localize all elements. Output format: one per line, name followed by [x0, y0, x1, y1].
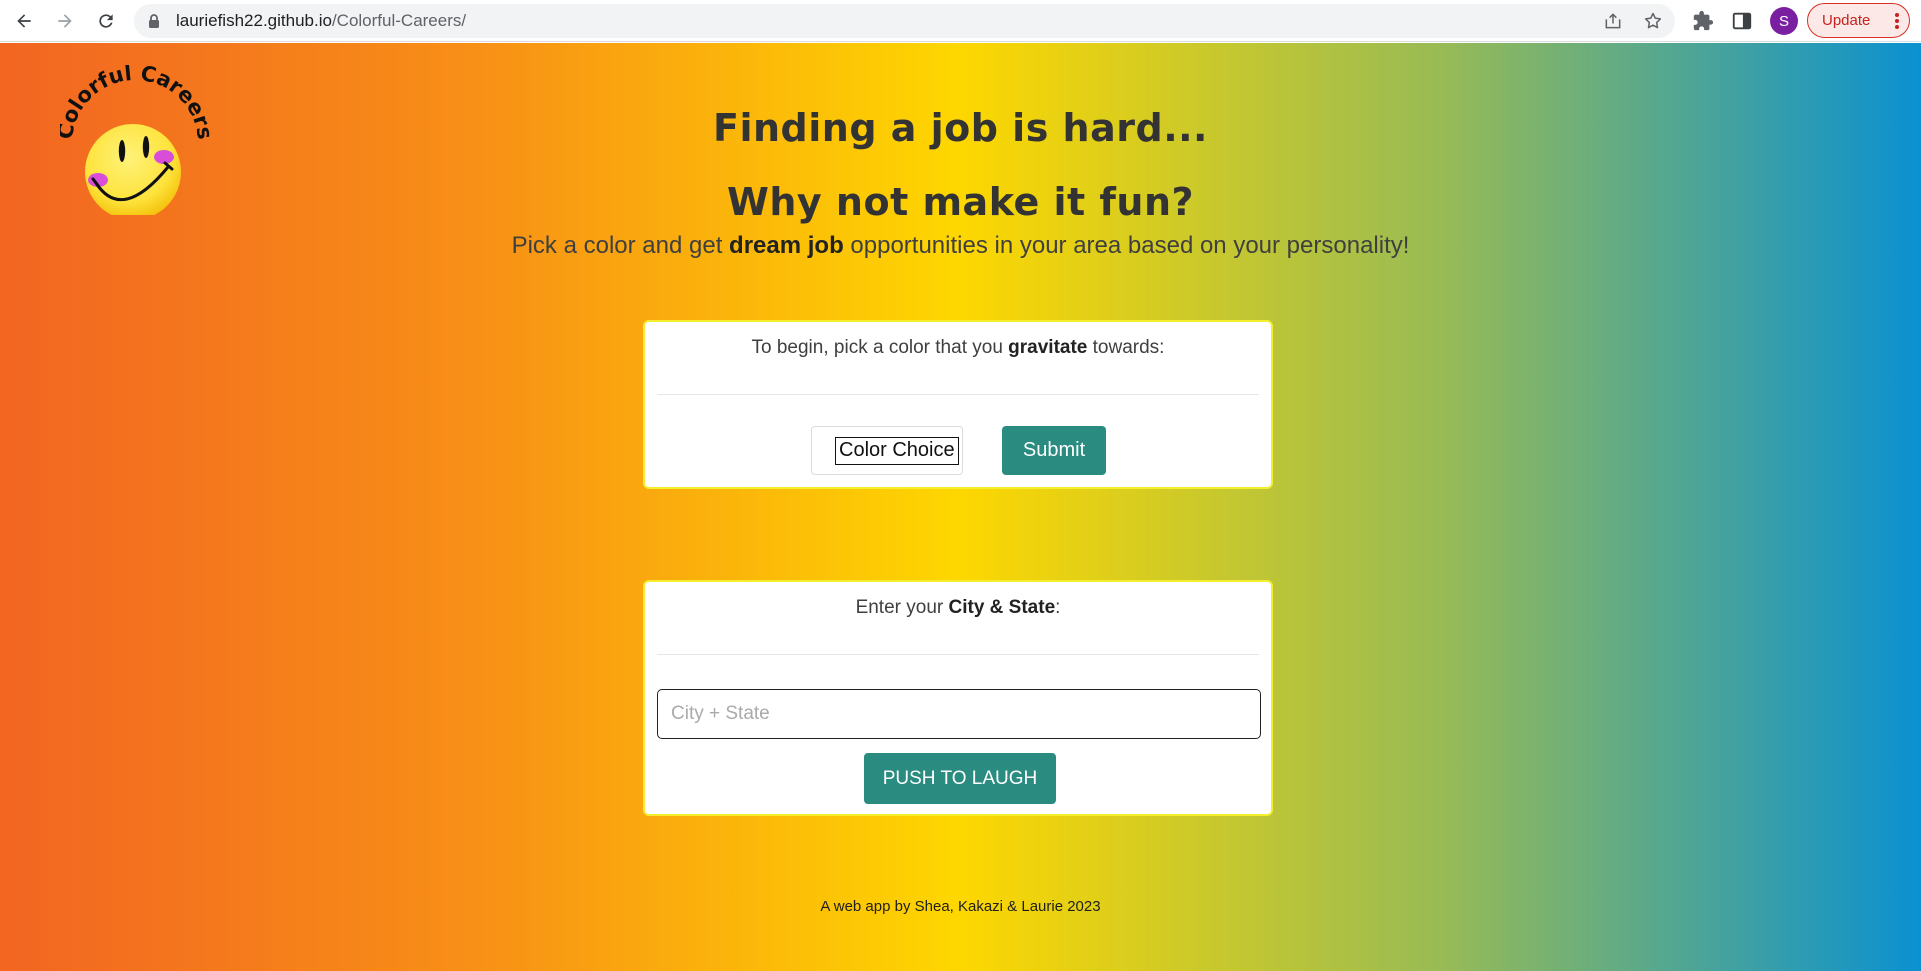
- update-label: Update: [1822, 12, 1871, 29]
- push-to-laugh-button[interactable]: PUSH TO LAUGH: [864, 753, 1056, 804]
- lock-icon[interactable]: [146, 13, 162, 29]
- color-choice-select[interactable]: Color Choice: [811, 426, 963, 475]
- submit-button[interactable]: Submit: [1002, 426, 1106, 475]
- color-prompt: To begin, pick a color that you gravitat…: [751, 337, 1165, 358]
- footer-credits: A web app by Shea, Kakazi & Laurie 2023: [820, 898, 1101, 915]
- share-icon[interactable]: [1603, 11, 1623, 31]
- city-state-card: Enter your City & State: PUSH TO LAUGH: [643, 580, 1273, 816]
- city-prompt: Enter your City & State:: [855, 597, 1061, 618]
- reload-icon[interactable]: [92, 7, 120, 35]
- card-divider: [657, 394, 1259, 395]
- hero-tagline: Pick a color and get dream job opportuni…: [511, 232, 1410, 259]
- card-divider: [657, 654, 1259, 655]
- update-button[interactable]: Update: [1807, 3, 1910, 38]
- city-state-input[interactable]: [657, 689, 1261, 739]
- address-bar[interactable]: lauriefish22.github.io/Colorful-Careers/: [134, 4, 1675, 38]
- hero-section: Finding a job is hard... Why not make it…: [0, 105, 1921, 263]
- hero-heading-2: Why not make it fun?: [726, 180, 1195, 224]
- forward-icon[interactable]: [51, 7, 79, 35]
- color-choice-value: Color Choice: [835, 437, 959, 465]
- profile-avatar[interactable]: S: [1770, 7, 1798, 35]
- more-icon[interactable]: [1895, 13, 1899, 29]
- color-choice-card: To begin, pick a color that you gravitat…: [643, 320, 1273, 489]
- extensions-icon[interactable]: [1692, 10, 1714, 32]
- star-icon[interactable]: [1643, 11, 1663, 31]
- browser-toolbar: lauriefish22.github.io/Colorful-Careers/…: [0, 0, 1921, 42]
- page-viewport: Colorful Careers Finding a job is hard..…: [0, 43, 1921, 971]
- hero-heading-1: Finding a job is hard...: [713, 106, 1208, 150]
- back-icon[interactable]: [10, 7, 38, 35]
- side-panel-icon[interactable]: [1731, 10, 1753, 32]
- url-text[interactable]: lauriefish22.github.io/Colorful-Careers/: [176, 11, 466, 31]
